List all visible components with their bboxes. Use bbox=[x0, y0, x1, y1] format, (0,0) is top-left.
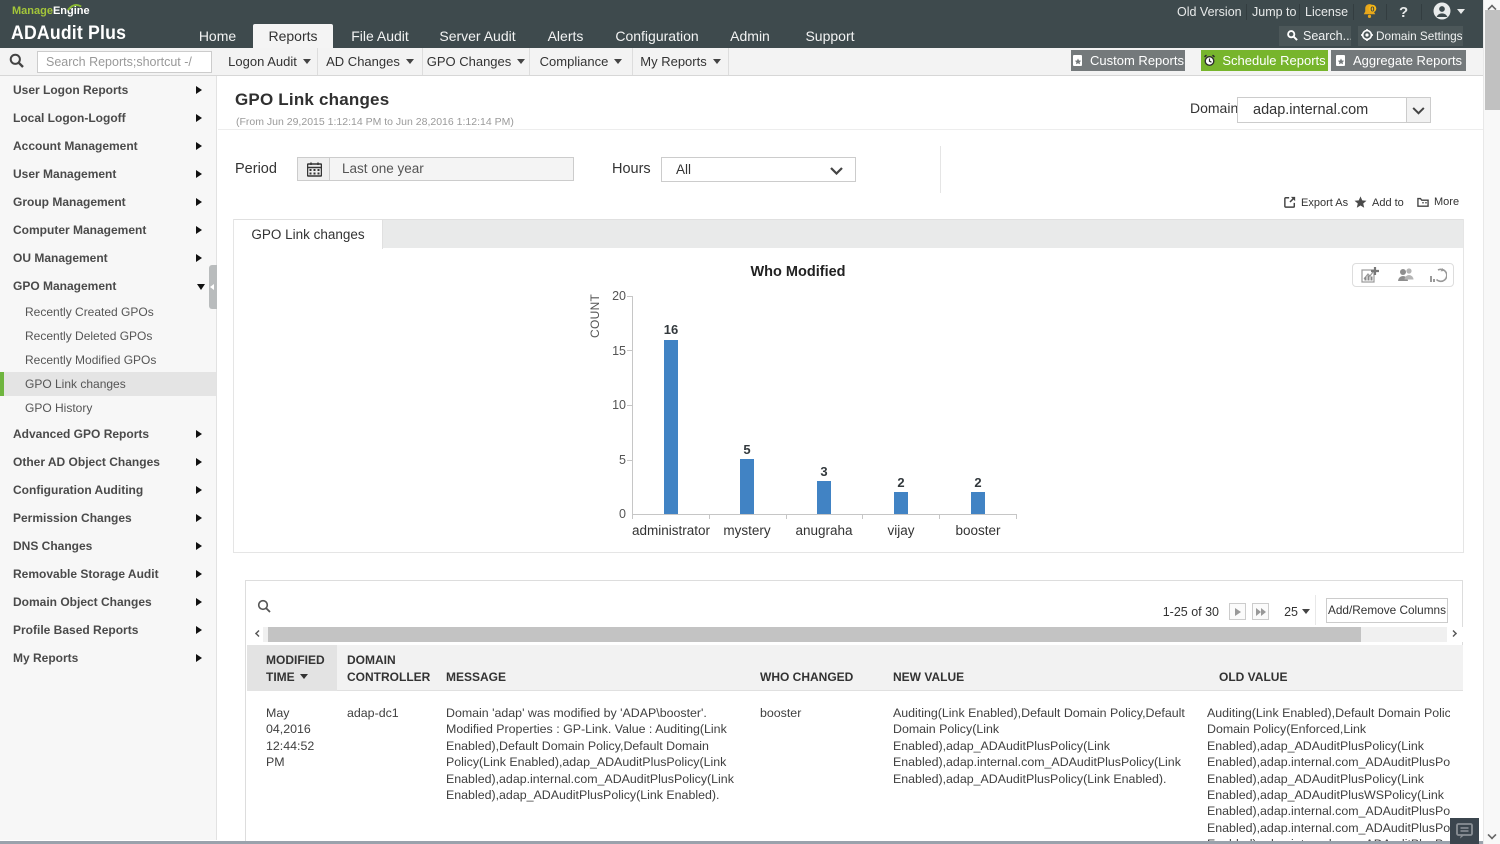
svg-text:0: 0 bbox=[1370, 4, 1374, 13]
